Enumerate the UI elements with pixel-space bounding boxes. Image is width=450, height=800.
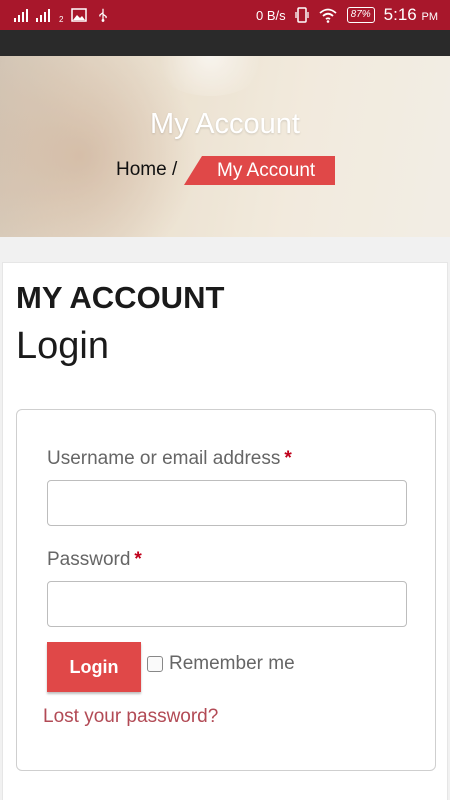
clock-ampm: PM [421, 11, 439, 23]
breadcrumb-home-link[interactable]: Home [116, 159, 167, 181]
hero-banner: My Account Home / My Account [0, 56, 450, 237]
password-label: Password * [47, 549, 142, 571]
wifi-icon [319, 8, 337, 23]
required-mark: * [134, 549, 142, 570]
sim-label: 2 [59, 15, 64, 24]
section-heading: MY ACCOUNT [16, 280, 225, 315]
remember-me-checkbox[interactable] [147, 656, 163, 672]
username-label: Username or email address * [47, 448, 292, 470]
page-title: My Account [150, 108, 300, 140]
remember-me[interactable]: Remember me [147, 653, 295, 675]
usb-icon [99, 8, 108, 22]
signal-icon [36, 8, 50, 22]
clock-time: 5:16 [383, 5, 417, 24]
image-icon [71, 8, 88, 22]
status-bar: 2 0 B/s 87% 5:16 PM [0, 0, 450, 30]
remember-me-label: Remember me [169, 653, 295, 674]
login-form: Username or email address * Password * Log… [16, 409, 436, 771]
required-mark: * [284, 448, 292, 469]
clock: 5:16 PM [384, 5, 438, 25]
lost-password-link[interactable]: Lost your password? [43, 706, 218, 728]
username-input[interactable] [47, 480, 407, 526]
net-speed: 0 B/s [256, 7, 286, 23]
hero-overlay [0, 56, 450, 237]
username-label-text: Username or email address [47, 448, 281, 469]
password-input[interactable] [47, 581, 407, 627]
login-button[interactable]: Login [47, 642, 141, 692]
login-heading: Login [16, 325, 109, 367]
signal-icon [14, 8, 28, 22]
content-card: MY ACCOUNT Login Username or email addre… [2, 262, 448, 800]
battery-icon: 87% [346, 7, 375, 23]
password-label-text: Password [47, 549, 131, 570]
breadcrumb-separator: / [172, 159, 178, 180]
vibrate-icon [295, 7, 309, 23]
breadcrumb-current: My Account [184, 156, 335, 185]
site-header-bar [0, 30, 450, 56]
